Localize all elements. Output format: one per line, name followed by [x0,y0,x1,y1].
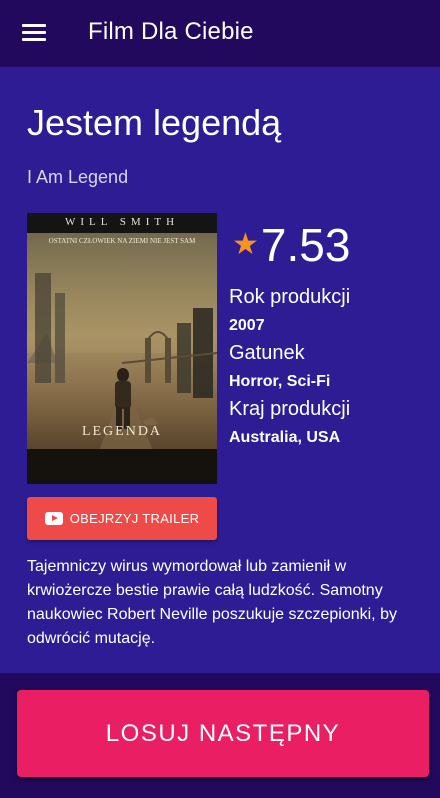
star-icon: ★ [232,228,259,261]
rating-value: 7.53 [260,219,351,271]
app-bar: Film Dla Ciebie [0,0,440,67]
movie-title: Jestem legendą [27,102,282,143]
rating: ★ 7.53 [232,219,350,271]
youtube-icon [44,512,63,525]
movie-description: Tajemniczy wirus wymordował lub zamienił… [27,558,397,647]
poster-logo: LEGENDA [81,424,163,439]
footer: LOSUJ NASTĘPNY [0,673,440,798]
random-next-button[interactable]: LOSUJ NASTĘPNY [17,690,429,777]
original-title: I Am Legend [27,167,129,187]
hamburger-menu-icon[interactable] [22,24,46,42]
poster-actor: WILL SMITH [64,216,180,228]
poster-artwork [27,233,217,484]
genre-label: Gatunek [229,342,305,364]
country-value: Australia, USA [229,429,341,446]
watch-trailer-button[interactable]: OBEJRZYJ TRAILER [27,497,217,540]
country-label: Kraj produkcji [229,398,351,420]
poster-tagline: OSTATNI CZŁOWIEK NA ZIEMI NIE JEST SAM [48,237,196,245]
poster-bottom-band [27,449,217,484]
year-label: Rok produkcji [229,286,351,308]
genre-value: Horror, Sci-Fi [229,373,331,390]
movie-details: Jestem legendą I Am Legend WILL SMITH OS… [0,67,440,673]
trailer-button-label: OBEJRZYJ TRAILER [69,511,200,526]
app-title: Film Dla Ciebie [88,18,254,45]
random-next-label: LOSUJ NASTĘPNY [105,719,341,747]
year-value: 2007 [229,317,265,334]
movie-poster: WILL SMITH OSTATNI CZŁOWIEK NA ZIEMI NIE… [27,213,217,484]
